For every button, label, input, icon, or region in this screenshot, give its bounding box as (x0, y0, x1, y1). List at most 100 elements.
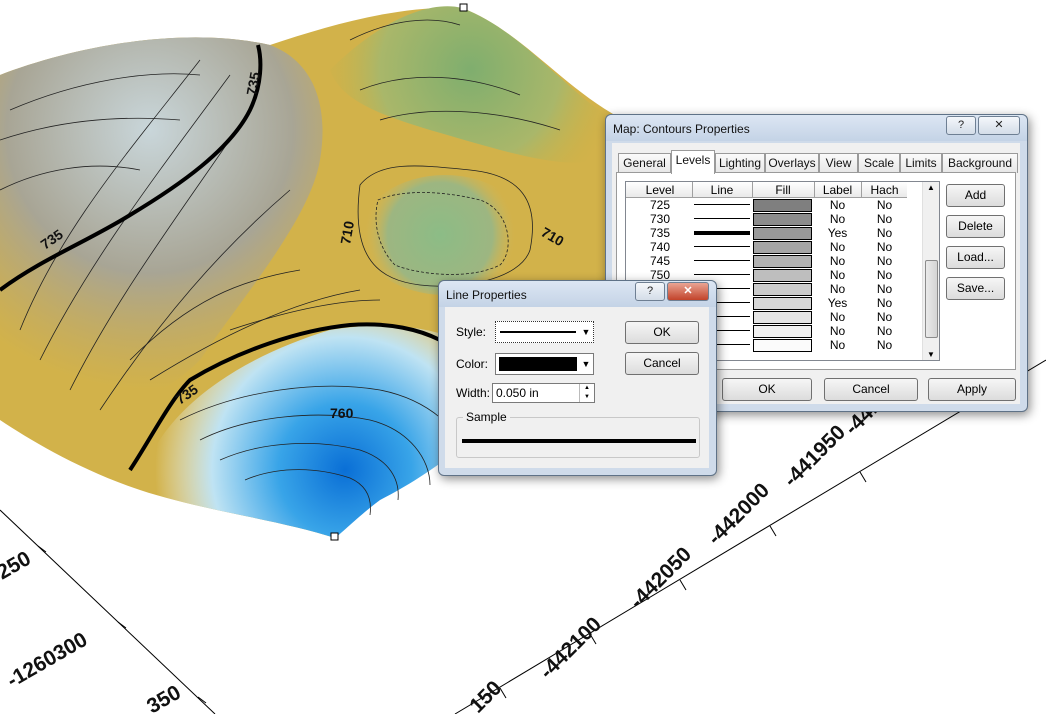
label-value[interactable]: No (815, 338, 860, 352)
column-header-hach[interactable]: Hach (862, 183, 907, 197)
column-header-label[interactable]: Label (815, 183, 860, 197)
fill-swatch[interactable] (753, 339, 812, 352)
color-dropdown[interactable]: ▼ (495, 353, 594, 375)
level-value: 735 (649, 226, 671, 240)
style-dropdown[interactable]: ▼ (495, 321, 594, 343)
table-row[interactable]: 735 Yes No (626, 226, 907, 240)
table-header: Level Line Fill Label Hach (626, 182, 907, 198)
hach-value[interactable]: No (862, 212, 907, 226)
label-value[interactable]: No (815, 310, 860, 324)
x-axis-tick-label: 250 (0, 547, 35, 584)
style-preview-line (500, 331, 576, 333)
fill-swatch[interactable] (753, 297, 812, 310)
hach-value[interactable]: No (862, 254, 907, 268)
apply-button[interactable]: Apply (928, 378, 1016, 401)
hach-value[interactable]: No (862, 268, 907, 282)
fill-swatch[interactable] (753, 213, 812, 226)
column-header-line[interactable]: Line (693, 183, 751, 197)
color-swatch (499, 357, 577, 371)
add-button[interactable]: Add (946, 184, 1005, 207)
label-value[interactable]: No (815, 254, 860, 268)
load-button[interactable]: Load... (946, 246, 1005, 269)
tab-levels[interactable]: Levels (671, 150, 715, 174)
table-row[interactable]: 745 No No (626, 254, 907, 268)
fill-swatch[interactable] (753, 269, 812, 282)
levels-scrollbar[interactable]: ▲ ▼ (922, 182, 939, 360)
selection-handle[interactable] (459, 3, 468, 12)
spinner-down-icon[interactable]: ▼ (579, 393, 594, 402)
tab-scale[interactable]: Scale (858, 153, 900, 173)
hach-value[interactable]: No (862, 282, 907, 296)
tab-view[interactable]: View (819, 153, 858, 173)
help-button[interactable]: ? (635, 282, 665, 301)
line-dialog-titlebar[interactable]: Line Properties ? ✕ (439, 281, 716, 307)
y-axis-tick-label: -442000 (703, 479, 774, 550)
label-value[interactable]: No (815, 324, 860, 338)
tab-lighting[interactable]: Lighting (715, 153, 765, 173)
save-button[interactable]: Save... (946, 277, 1005, 300)
width-input[interactable]: 0.050 in (496, 386, 539, 400)
fill-swatch[interactable] (753, 325, 812, 338)
hach-value[interactable]: No (862, 338, 907, 352)
line-style-swatch[interactable] (694, 260, 750, 261)
delete-button[interactable]: Delete (946, 215, 1005, 238)
help-button[interactable]: ? (946, 116, 976, 135)
dialog-title: Map: Contours Properties (613, 122, 750, 136)
hach-value[interactable]: No (862, 310, 907, 324)
line-style-swatch[interactable] (694, 274, 750, 275)
fill-swatch[interactable] (753, 227, 812, 240)
tab-overlays[interactable]: Overlays (765, 153, 819, 173)
dialog-title: Line Properties (446, 288, 527, 302)
label-value[interactable]: Yes (815, 226, 860, 240)
table-row[interactable]: 730 No No (626, 212, 907, 226)
x-axis-tick-label: -1260300 (3, 628, 91, 692)
style-label: Style: (456, 325, 487, 339)
chevron-down-icon[interactable]: ▼ (579, 322, 593, 342)
tab-background[interactable]: Background (942, 153, 1018, 173)
contours-dialog-titlebar[interactable]: Map: Contours Properties ? ✕ (606, 115, 1027, 141)
x-axis-tick-label: 350 (143, 681, 185, 714)
width-spinner[interactable]: 0.050 in ▲ ▼ (492, 383, 595, 403)
fill-swatch[interactable] (753, 283, 812, 296)
hach-value[interactable]: No (862, 198, 907, 212)
selection-handle[interactable] (330, 532, 339, 541)
cancel-button[interactable]: Cancel (625, 352, 699, 375)
table-row[interactable]: 725 No No (626, 198, 907, 212)
hach-value[interactable]: No (862, 296, 907, 310)
table-row[interactable]: 740 No No (626, 240, 907, 254)
label-value[interactable]: No (815, 212, 860, 226)
line-style-swatch[interactable] (694, 246, 750, 247)
fill-swatch[interactable] (753, 255, 812, 268)
sample-label: Sample (463, 410, 510, 424)
scrollbar-thumb[interactable] (925, 260, 938, 338)
column-header-fill[interactable]: Fill (753, 183, 813, 197)
hach-value[interactable]: No (862, 240, 907, 254)
fill-swatch[interactable] (753, 199, 812, 212)
label-value[interactable]: Yes (815, 296, 860, 310)
fill-swatch[interactable] (753, 241, 812, 254)
column-header-level[interactable]: Level (628, 183, 692, 197)
hach-value[interactable]: No (862, 226, 907, 240)
cancel-button[interactable]: Cancel (824, 378, 918, 401)
line-style-swatch[interactable] (694, 218, 750, 219)
fill-swatch[interactable] (753, 311, 812, 324)
scroll-down-arrow-icon[interactable]: ▼ (925, 350, 937, 359)
spinner-up-icon[interactable]: ▲ (579, 384, 594, 393)
level-value: 740 (649, 240, 671, 254)
tab-limits[interactable]: Limits (900, 153, 942, 173)
scroll-up-arrow-icon[interactable]: ▲ (925, 183, 937, 192)
label-value[interactable]: No (815, 198, 860, 212)
close-button[interactable]: ✕ (667, 282, 709, 301)
sample-groupbox: Sample (456, 410, 700, 458)
ok-button[interactable]: OK (625, 321, 699, 344)
chevron-down-icon[interactable]: ▼ (579, 354, 593, 374)
hach-value[interactable]: No (862, 324, 907, 338)
line-style-swatch[interactable] (694, 204, 750, 205)
label-value[interactable]: No (815, 282, 860, 296)
tab-general[interactable]: General (618, 153, 671, 173)
label-value[interactable]: No (815, 240, 860, 254)
close-button[interactable]: ✕ (978, 116, 1020, 135)
label-value[interactable]: No (815, 268, 860, 282)
ok-button[interactable]: OK (722, 378, 812, 401)
line-style-swatch[interactable] (694, 231, 750, 235)
